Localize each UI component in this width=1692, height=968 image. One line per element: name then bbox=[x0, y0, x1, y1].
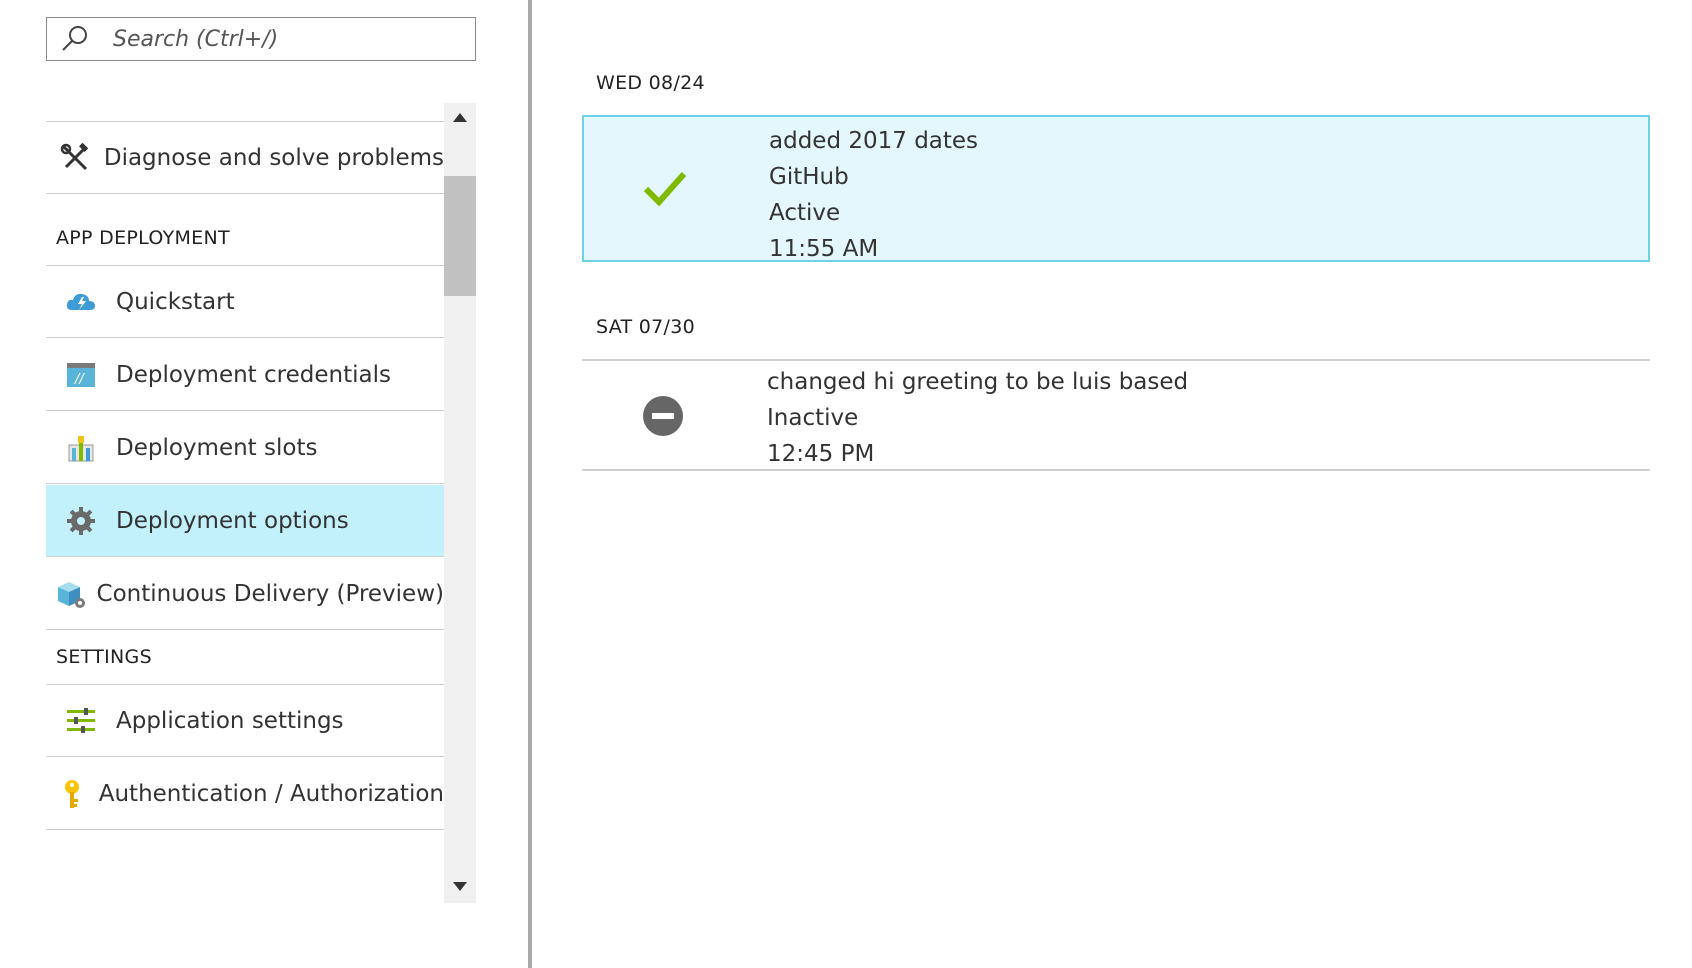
menu-item-label: Application settings bbox=[116, 707, 344, 734]
deployment-status: Active bbox=[769, 200, 841, 226]
sliders-icon bbox=[46, 707, 116, 734]
menu-item-diagnose[interactable]: Diagnose and solve problems bbox=[46, 122, 444, 194]
deployments-panel: WED 08/24 added 2017 dates GitHub Active… bbox=[532, 0, 1692, 968]
cube-icon bbox=[46, 579, 97, 609]
scroll-up-arrow-icon[interactable] bbox=[452, 110, 468, 124]
key-icon bbox=[46, 778, 99, 810]
wrench-screwdriver-icon bbox=[46, 142, 104, 173]
menu-list: - Diagnose and solve problems APP DEPLOY… bbox=[46, 103, 444, 900]
partial-item-dash: - bbox=[143, 103, 150, 112]
check-icon bbox=[642, 165, 688, 211]
menu-item-label: Diagnose and solve problems bbox=[103, 144, 444, 171]
scroll-down-arrow-icon[interactable] bbox=[452, 879, 468, 893]
menu-item-deployment-credentials[interactable]: // Deployment credentials bbox=[46, 339, 444, 411]
menu-item-application-settings[interactable]: Application settings bbox=[46, 685, 444, 757]
menu-item-label: Quickstart bbox=[116, 288, 235, 315]
divider bbox=[582, 469, 1650, 471]
deployment-date-header: SAT 07/30 bbox=[596, 316, 696, 338]
scrollbar-thumb[interactable] bbox=[444, 176, 476, 296]
deployment-time: 12:45 PM bbox=[767, 441, 875, 467]
gear-icon bbox=[46, 506, 116, 536]
credentials-icon: // bbox=[46, 362, 116, 388]
search-icon bbox=[57, 21, 93, 57]
menu-item-label: Continuous Delivery (Preview) bbox=[96, 580, 444, 607]
minus-circle-icon bbox=[640, 393, 686, 439]
menu-item-deployment-options[interactable]: Deployment options bbox=[46, 485, 444, 557]
slots-icon bbox=[46, 433, 116, 463]
menu-blade: - Diagnose and solve problems APP DEPLOY… bbox=[0, 0, 528, 968]
menu-item-quickstart[interactable]: Quickstart bbox=[46, 266, 444, 338]
deployment-status: Inactive bbox=[767, 405, 859, 431]
section-settings: SETTINGS bbox=[56, 646, 152, 668]
section-app-deployment: APP DEPLOYMENT bbox=[56, 227, 230, 249]
deployment-entry-active[interactable]: added 2017 dates GitHub Active 11:55 AM bbox=[582, 115, 1650, 262]
svg-text://: // bbox=[74, 372, 85, 387]
cloud-lightning-icon bbox=[46, 290, 116, 314]
deployment-time: 11:55 AM bbox=[769, 236, 879, 262]
search-input[interactable] bbox=[111, 25, 455, 53]
menu-item-authentication[interactable]: Authentication / Authorization bbox=[46, 758, 444, 830]
search-box[interactable] bbox=[46, 17, 476, 61]
deployment-source: GitHub bbox=[769, 164, 849, 190]
menu-item-label: Authentication / Authorization bbox=[98, 780, 444, 807]
menu-item-deployment-slots[interactable]: Deployment slots bbox=[46, 412, 444, 484]
deployment-entry-inactive[interactable]: changed hi greeting to be luis based Ina… bbox=[582, 361, 1650, 469]
menu-item-label: Deployment credentials bbox=[116, 361, 391, 388]
deployment-date-header: WED 08/24 bbox=[596, 72, 705, 94]
deployment-message: changed hi greeting to be luis based bbox=[767, 369, 1189, 395]
menu-scrollbar[interactable] bbox=[444, 103, 476, 903]
menu-item-continuous-delivery[interactable]: Continuous Delivery (Preview) bbox=[46, 558, 444, 630]
menu-item-label: Deployment options bbox=[116, 507, 349, 534]
deployment-message: added 2017 dates bbox=[769, 128, 979, 154]
menu-item-label: Deployment slots bbox=[116, 434, 318, 461]
